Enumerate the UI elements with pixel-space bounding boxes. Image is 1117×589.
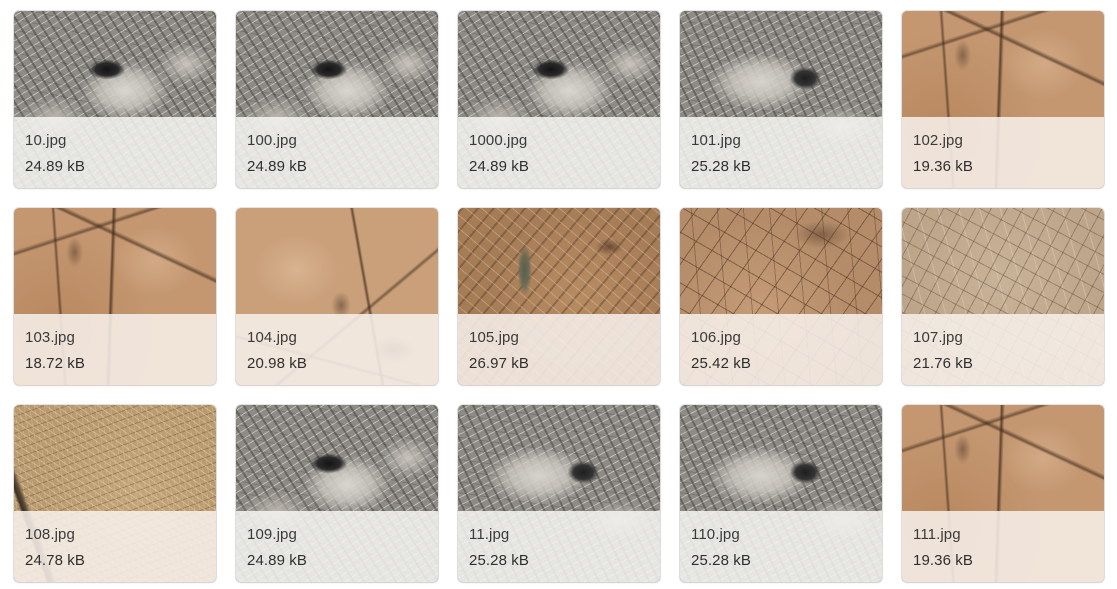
file-size: 20.98 kB	[247, 355, 308, 372]
file-size: 24.89 kB	[469, 158, 530, 175]
file-card[interactable]: 10.jpg 24.89 kB	[14, 11, 216, 188]
file-card[interactable]: 108.jpg 24.78 kB	[14, 405, 216, 582]
file-size: 25.28 kB	[469, 552, 530, 569]
file-name: 109.jpg	[247, 526, 297, 543]
file-size: 24.78 kB	[25, 552, 86, 569]
file-name: 10.jpg	[25, 132, 67, 149]
file-size: 21.76 kB	[913, 355, 974, 372]
file-name: 105.jpg	[469, 329, 519, 346]
file-name: 100.jpg	[247, 132, 297, 149]
file-size: 25.28 kB	[691, 158, 752, 175]
file-card[interactable]: 103.jpg 18.72 kB	[14, 208, 216, 385]
file-name: 107.jpg	[913, 329, 963, 346]
file-name: 11.jpg	[469, 526, 510, 543]
file-name: 1000.jpg	[469, 132, 528, 149]
file-size: 24.89 kB	[247, 158, 308, 175]
file-size: 19.36 kB	[913, 158, 974, 175]
file-size: 18.72 kB	[25, 355, 86, 372]
file-name: 104.jpg	[247, 329, 297, 346]
file-card[interactable]: 110.jpg 25.28 kB	[680, 405, 882, 582]
file-size: 19.36 kB	[913, 552, 974, 569]
file-card[interactable]: 104.jpg 20.98 kB	[236, 208, 438, 385]
file-size: 24.89 kB	[247, 552, 308, 569]
file-name: 101.jpg	[691, 132, 741, 149]
file-size: 25.42 kB	[691, 355, 752, 372]
file-card[interactable]: 100.jpg 24.89 kB	[236, 11, 438, 188]
file-size: 24.89 kB	[25, 158, 86, 175]
file-name: 108.jpg	[25, 526, 75, 543]
file-card[interactable]: 109.jpg 24.89 kB	[236, 405, 438, 582]
file-card[interactable]: 102.jpg 19.36 kB	[902, 11, 1104, 188]
file-grid: 10.jpg 24.89 kB 100.jpg 24.89 kB 1000.jpg 2…	[14, 11, 1104, 582]
file-card[interactable]: 101.jpg 25.28 kB	[680, 11, 882, 188]
file-card[interactable]: 111.jpg 19.36 kB	[902, 405, 1104, 582]
file-name: 111.jpg	[913, 526, 961, 543]
file-name: 110.jpg	[691, 526, 740, 543]
file-name: 106.jpg	[691, 329, 741, 346]
file-name: 102.jpg	[913, 132, 963, 149]
file-name: 103.jpg	[25, 329, 75, 346]
file-size: 25.28 kB	[691, 552, 752, 569]
file-card[interactable]: 11.jpg 25.28 kB	[458, 405, 660, 582]
file-card[interactable]: 1000.jpg 24.89 kB	[458, 11, 660, 188]
file-size: 26.97 kB	[469, 355, 530, 372]
file-browser: { "files": [ {"name": "10.jpg", "size": …	[0, 0, 1117, 589]
file-card[interactable]: 107.jpg 21.76 kB	[902, 208, 1104, 385]
file-card[interactable]: 105.jpg 26.97 kB	[458, 208, 660, 385]
file-card[interactable]: 106.jpg 25.42 kB	[680, 208, 882, 385]
